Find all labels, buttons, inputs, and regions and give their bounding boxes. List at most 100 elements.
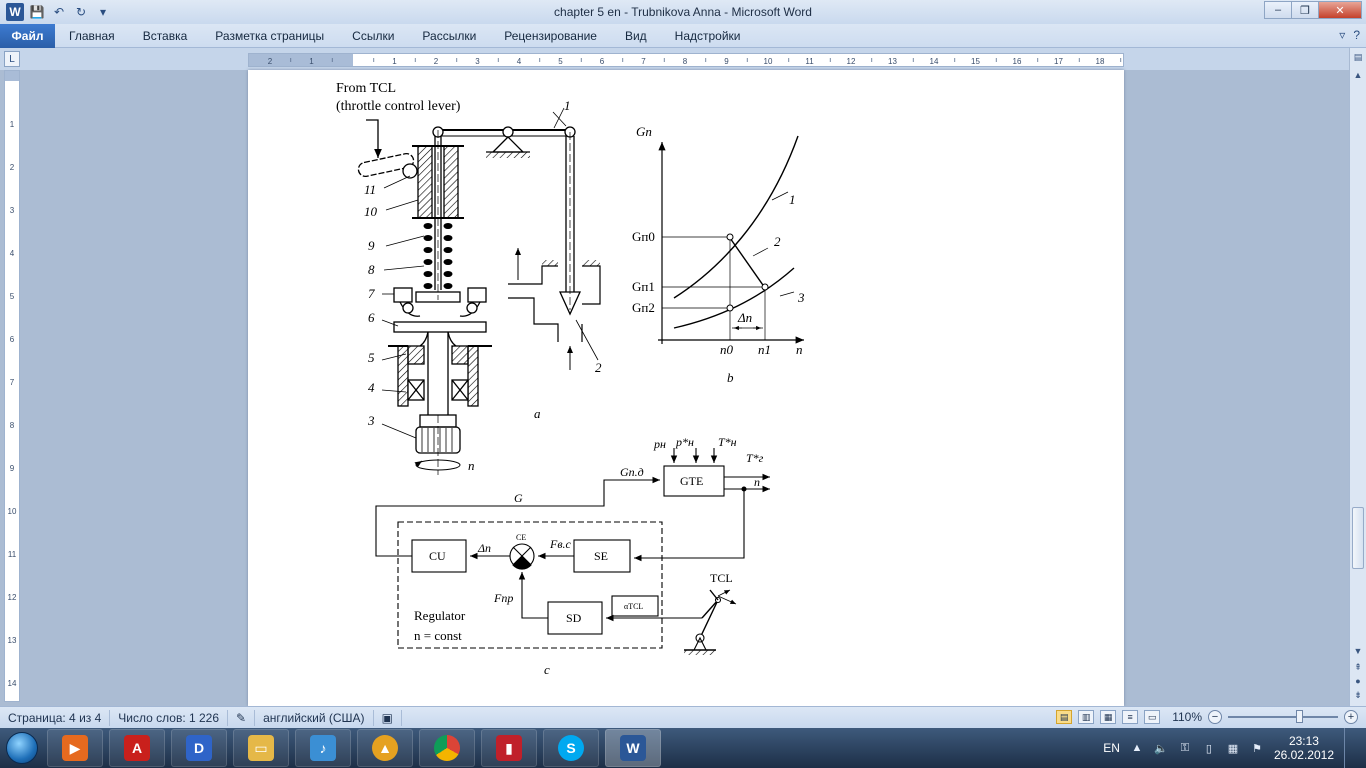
tab-review[interactable]: Рецензирование — [490, 25, 611, 47]
ruler-number: 15 — [971, 57, 980, 66]
ruler-ticks: 2 1 1 2 3 4 5 6 7 8 9 10 11 12 13 14 15 16 17 18 — [268, 57, 1122, 66]
title-bar: W 💾 ↶ ↻ ▾ chapter 5 en - Trubnikova Anna… — [0, 0, 1366, 24]
taskbar-aimp[interactable]: ▲ — [357, 729, 413, 767]
key-icon[interactable]: ⚿ — [1178, 741, 1192, 755]
draft-view-icon[interactable]: ▭ — [1144, 710, 1161, 724]
customize-qat-icon[interactable]: ▾ — [94, 3, 112, 21]
volume-icon[interactable]: 🔈 — [1154, 741, 1168, 755]
windows-logo-icon — [6, 732, 38, 764]
word-count[interactable]: Число слов: 1 226 — [110, 709, 229, 726]
tab-file[interactable]: Файл — [0, 23, 55, 48]
technical-figure: From TCL (throttle control lever) n 1 2 … — [336, 81, 805, 677]
tab-home[interactable]: Главная — [55, 25, 129, 47]
se-label: SE — [594, 549, 608, 563]
outline-view-icon[interactable]: ≡ — [1122, 710, 1139, 724]
document-page[interactable]: From TCL (throttle control lever) n 1 2 … — [248, 70, 1124, 706]
vertical-ruler-number: 11 — [8, 550, 17, 559]
vertical-scrollbar[interactable]: ▤ ▲ ▼ ⇞ ● ⇟ — [1349, 48, 1366, 706]
tab-references[interactable]: Ссылки — [338, 25, 408, 47]
aimp-icon: ▲ — [372, 735, 398, 761]
browse-object-icon[interactable]: ● — [1351, 674, 1365, 688]
tab-page-layout[interactable]: Разметка страницы — [201, 25, 338, 47]
label-5: 5 — [368, 350, 375, 365]
tab-insert[interactable]: Вставка — [129, 25, 202, 47]
ruler-number: 3 — [475, 57, 480, 66]
print-layout-view-icon[interactable]: ▤ — [1056, 710, 1073, 724]
restore-button[interactable]: ❐ — [1291, 1, 1319, 19]
from-tcl-subtitle: (throttle control lever) — [336, 99, 461, 114]
ruler-number: 16 — [1013, 57, 1022, 66]
language-status[interactable]: английский (США) — [255, 709, 374, 726]
network-icon[interactable]: ▦ — [1226, 741, 1240, 755]
chrome-icon — [434, 735, 460, 761]
help-icon[interactable]: ? — [1353, 28, 1360, 42]
taskbar-skype[interactable]: S — [543, 729, 599, 767]
zoom-in-button[interactable]: + — [1344, 710, 1358, 724]
caption-a: a — [534, 406, 541, 421]
gte-label: GTE — [680, 474, 703, 488]
ruler-toggle-icon[interactable]: ▤ — [1351, 50, 1365, 64]
graph-labels: Gп n Gп0 Gп1 Gп2 n0 n1 Δn 1 2 3 b — [632, 124, 805, 385]
previous-page-icon[interactable]: ⇞ — [1351, 660, 1365, 674]
zoom-level[interactable]: 110% — [1172, 710, 1202, 724]
ruler-number: 6 — [600, 57, 605, 66]
tab-selector-icon[interactable]: L — [4, 51, 20, 67]
taskbar-music[interactable]: ♪ — [295, 729, 351, 767]
taskbar-autocad[interactable]: A — [109, 729, 165, 767]
close-button[interactable]: ✕ — [1318, 1, 1362, 19]
p-star-n-label: p*н — [675, 435, 694, 449]
clock-date: 26.02.2012 — [1273, 748, 1334, 762]
scroll-down-icon[interactable]: ▼ — [1351, 644, 1365, 658]
tab-addins[interactable]: Надстройки — [661, 25, 755, 47]
taskbar-word[interactable]: W — [605, 729, 661, 767]
label-9: 9 — [368, 238, 375, 253]
scroll-up-icon[interactable]: ▲ — [1351, 68, 1365, 82]
word-app-icon[interactable]: W — [6, 3, 24, 21]
redo-icon[interactable]: ↻ — [72, 3, 90, 21]
next-page-icon[interactable]: ⇟ — [1351, 688, 1365, 702]
start-button[interactable] — [0, 728, 44, 768]
tab-view[interactable]: Вид — [611, 25, 661, 47]
taskbar-daemon-tools[interactable]: D — [171, 729, 227, 767]
undo-icon[interactable]: ↶ — [50, 3, 68, 21]
page-count[interactable]: Страница: 4 из 4 — [0, 709, 111, 726]
label-2: 2 — [595, 360, 602, 375]
show-hidden-icons-icon[interactable]: ▲ — [1130, 741, 1144, 755]
ruler-number: 18 — [1096, 57, 1105, 66]
flag-icon[interactable]: ⚑ — [1250, 741, 1264, 755]
tab-mailings[interactable]: Рассылки — [408, 25, 490, 47]
full-screen-reading-icon[interactable]: ▥ — [1078, 710, 1095, 724]
vertical-ruler[interactable]: 1 2 3 4 5 6 7 8 9 10 11 12 13 14 — [4, 70, 20, 702]
g-pd-label: Gп.д — [620, 465, 644, 479]
taskbar-book[interactable]: ▮ — [481, 729, 537, 767]
horizontal-ruler[interactable]: 2 1 1 2 3 4 5 6 7 8 9 10 11 12 13 14 15 16 17 18 — [248, 53, 1124, 67]
scrollbar-thumb[interactable] — [1352, 507, 1364, 569]
zoom-out-button[interactable]: − — [1208, 710, 1222, 724]
media-player-icon: ▶ — [62, 735, 88, 761]
expand-ribbon-icon[interactable]: ▿ — [1339, 28, 1345, 42]
alpha-tcl-label: αTCL — [624, 602, 643, 611]
spelling-check-icon[interactable]: ✎ — [228, 709, 256, 726]
zoom-slider[interactable] — [1228, 710, 1338, 723]
show-desktop-button[interactable] — [1344, 728, 1356, 768]
vertical-ruler-number: 13 — [8, 636, 17, 645]
language-indicator[interactable]: EN — [1103, 741, 1120, 755]
ruler-number: 7 — [641, 57, 646, 66]
label-3: 3 — [367, 413, 375, 428]
taskbar-chrome[interactable] — [419, 729, 475, 767]
zoom-slider-knob[interactable] — [1296, 710, 1303, 723]
book-icon: ▮ — [496, 735, 522, 761]
macro-record-icon[interactable]: ▣ — [374, 709, 402, 726]
web-layout-icon[interactable]: ▦ — [1100, 710, 1117, 724]
save-icon[interactable]: 💾 — [28, 3, 46, 21]
label-7: 7 — [368, 286, 375, 301]
ruler-number: 1 — [392, 57, 397, 66]
g-label: G — [514, 491, 523, 505]
taskbar-media-player[interactable]: ▶ — [47, 729, 103, 767]
clock[interactable]: 23:13 26.02.2012 — [1274, 734, 1334, 762]
device-icon[interactable]: ▯ — [1202, 741, 1216, 755]
taskbar-explorer[interactable]: ▭ — [233, 729, 289, 767]
label-gn1: Gп1 — [632, 279, 655, 294]
minimize-button[interactable]: – — [1264, 1, 1292, 19]
autocad-icon: A — [124, 735, 150, 761]
